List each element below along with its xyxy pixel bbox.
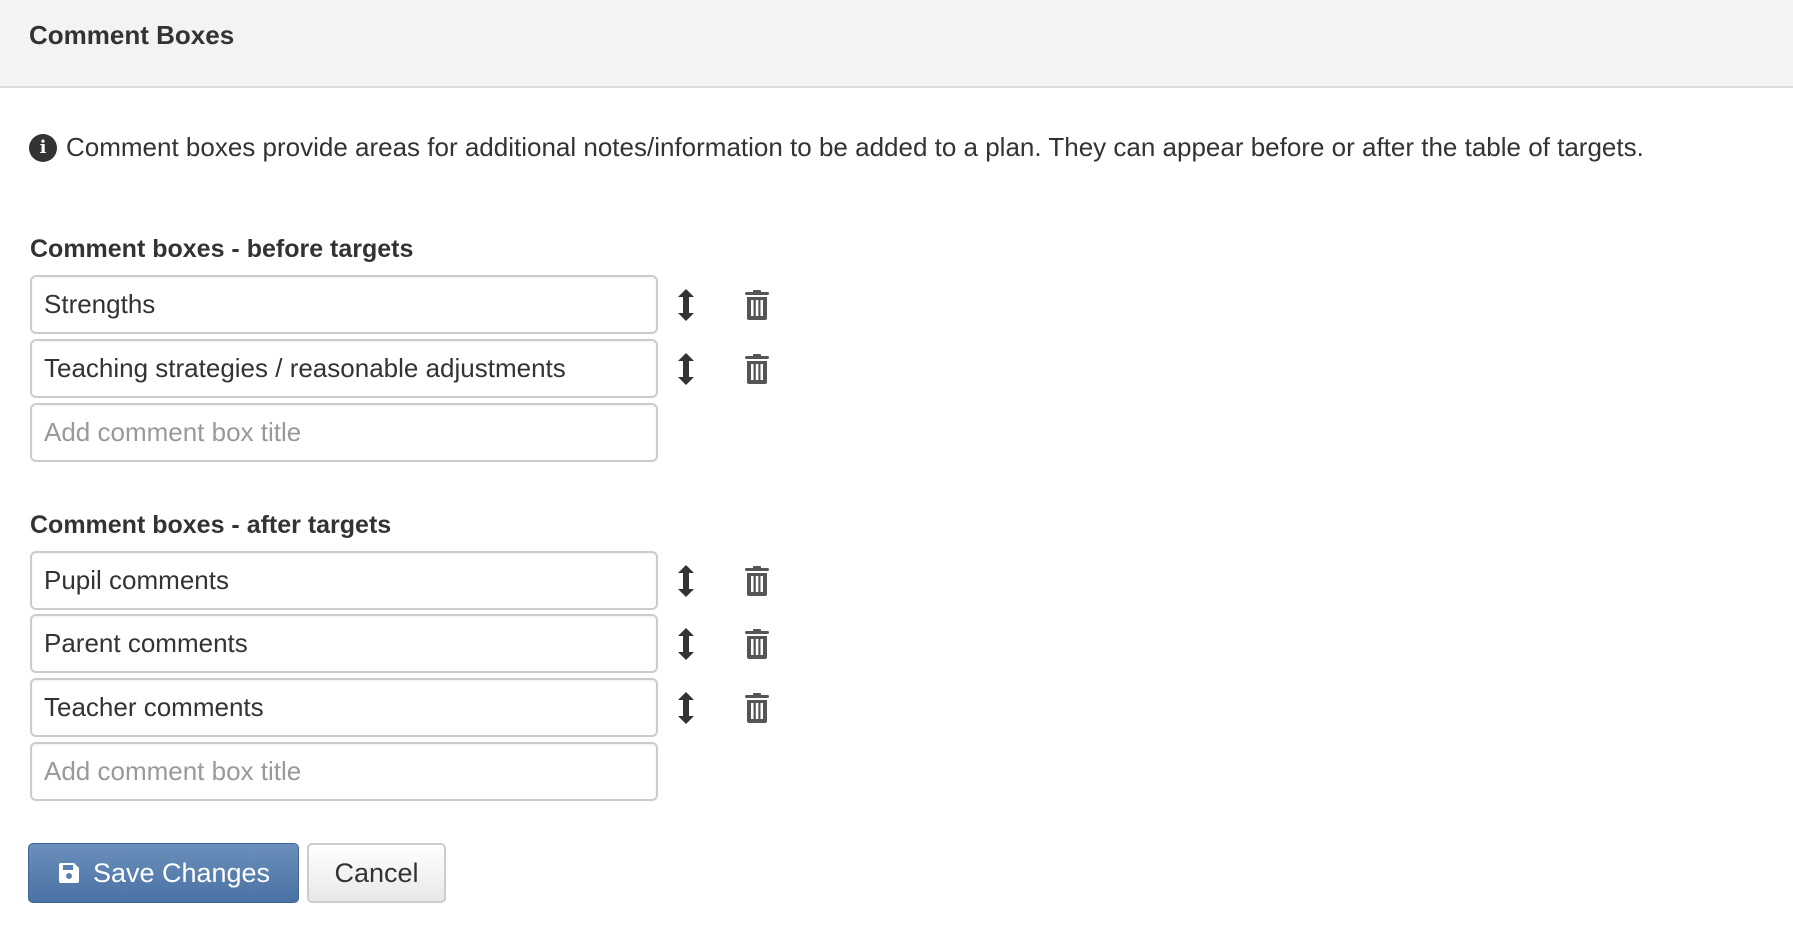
before-targets-label: Comment boxes - before targets bbox=[30, 235, 414, 263]
move-vertical-icon[interactable] bbox=[674, 287, 698, 323]
save-changes-button[interactable]: Save Changes bbox=[28, 843, 299, 903]
comment-box-title-input[interactable] bbox=[30, 678, 658, 737]
before-row bbox=[30, 275, 769, 334]
comment-box-title-input[interactable] bbox=[30, 275, 658, 334]
trash-icon[interactable] bbox=[744, 353, 770, 385]
panel-header: Comment Boxes bbox=[0, 0, 1793, 88]
info-text: Comment boxes provide areas for addition… bbox=[66, 132, 1644, 162]
after-new-row bbox=[30, 742, 658, 801]
trash-icon[interactable] bbox=[744, 289, 770, 321]
new-comment-box-input[interactable] bbox=[30, 742, 658, 801]
after-targets-label: Comment boxes - after targets bbox=[30, 511, 392, 539]
comment-box-title-input[interactable] bbox=[30, 551, 658, 610]
comment-box-title-input[interactable] bbox=[30, 339, 658, 398]
page-title: Comment Boxes bbox=[29, 20, 235, 50]
save-label: Save Changes bbox=[92, 857, 271, 888]
comment-box-title-input[interactable] bbox=[30, 614, 658, 673]
move-vertical-icon[interactable] bbox=[674, 690, 698, 726]
before-new-row bbox=[30, 403, 658, 462]
info-circle-icon: i bbox=[29, 133, 57, 162]
after-row bbox=[30, 551, 769, 610]
after-row bbox=[30, 678, 769, 737]
trash-icon[interactable] bbox=[744, 628, 770, 660]
before-row bbox=[30, 339, 769, 398]
move-vertical-icon[interactable] bbox=[674, 351, 698, 387]
new-comment-box-input[interactable] bbox=[30, 403, 658, 462]
floppy-disk-icon bbox=[58, 863, 79, 883]
move-vertical-icon[interactable] bbox=[674, 563, 698, 599]
after-row bbox=[30, 614, 769, 673]
move-vertical-icon[interactable] bbox=[674, 626, 698, 662]
cancel-button[interactable]: Cancel bbox=[307, 843, 446, 903]
trash-icon[interactable] bbox=[744, 692, 770, 724]
info-message: i Comment boxes provide areas for additi… bbox=[29, 132, 1644, 163]
trash-icon[interactable] bbox=[744, 565, 770, 597]
